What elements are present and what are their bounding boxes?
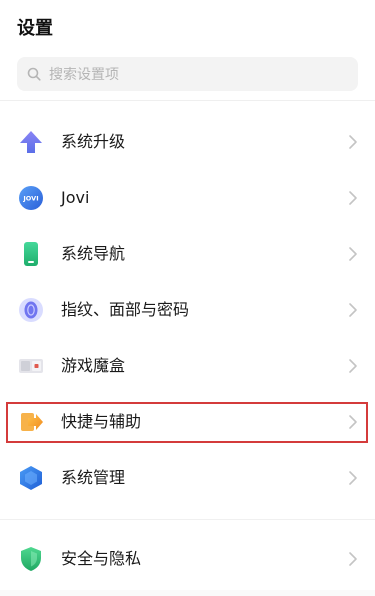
phone-navigation-icon <box>18 241 44 267</box>
settings-item-label: Jovi <box>61 188 90 207</box>
settings-item-game-box[interactable]: 游戏魔盒 <box>0 338 375 394</box>
settings-item-jovi[interactable]: JOVI Jovi <box>0 170 375 226</box>
settings-item-system-management[interactable]: 系统管理 <box>0 450 375 506</box>
svg-text:JOVI: JOVI <box>22 195 38 203</box>
settings-item-fingerprint-face-password[interactable]: 指纹、面部与密码 <box>0 282 375 338</box>
settings-item-label: 游戏魔盒 <box>61 356 126 375</box>
chevron-right-icon <box>348 134 358 150</box>
search-placeholder: 搜索设置项 <box>49 67 119 83</box>
search-icon <box>27 67 41 81</box>
settings-item-label: 系统导航 <box>61 244 126 263</box>
chevron-right-icon <box>348 551 358 567</box>
settings-item-system-navigation[interactable]: 系统导航 <box>0 226 375 282</box>
settings-item-label: 系统管理 <box>61 468 126 487</box>
chevron-right-icon <box>348 246 358 262</box>
game-box-icon <box>18 353 44 379</box>
page-title: 设置 <box>17 18 53 39</box>
shield-icon <box>18 546 44 572</box>
search-input[interactable]: 搜索设置项 <box>17 57 358 91</box>
upgrade-arrow-icon <box>18 129 44 155</box>
chevron-right-icon <box>348 302 358 318</box>
settings-item-system-upgrade[interactable]: 系统升级 <box>0 114 375 170</box>
fingerprint-icon <box>18 297 44 323</box>
section-divider <box>0 519 375 520</box>
settings-item-label: 系统升级 <box>61 132 126 151</box>
settings-item-security-privacy[interactable]: 安全与隐私 <box>0 531 375 587</box>
bottom-edge <box>0 590 375 596</box>
chevron-right-icon <box>348 470 358 486</box>
chevron-right-icon <box>348 358 358 374</box>
settings-item-label: 指纹、面部与密码 <box>61 300 190 319</box>
jovi-icon: JOVI <box>18 185 44 211</box>
header-divider <box>0 100 375 101</box>
highlight-frame <box>6 402 368 443</box>
chevron-right-icon <box>348 190 358 206</box>
settings-item-label: 安全与隐私 <box>61 549 142 568</box>
hexagon-icon <box>18 465 44 491</box>
